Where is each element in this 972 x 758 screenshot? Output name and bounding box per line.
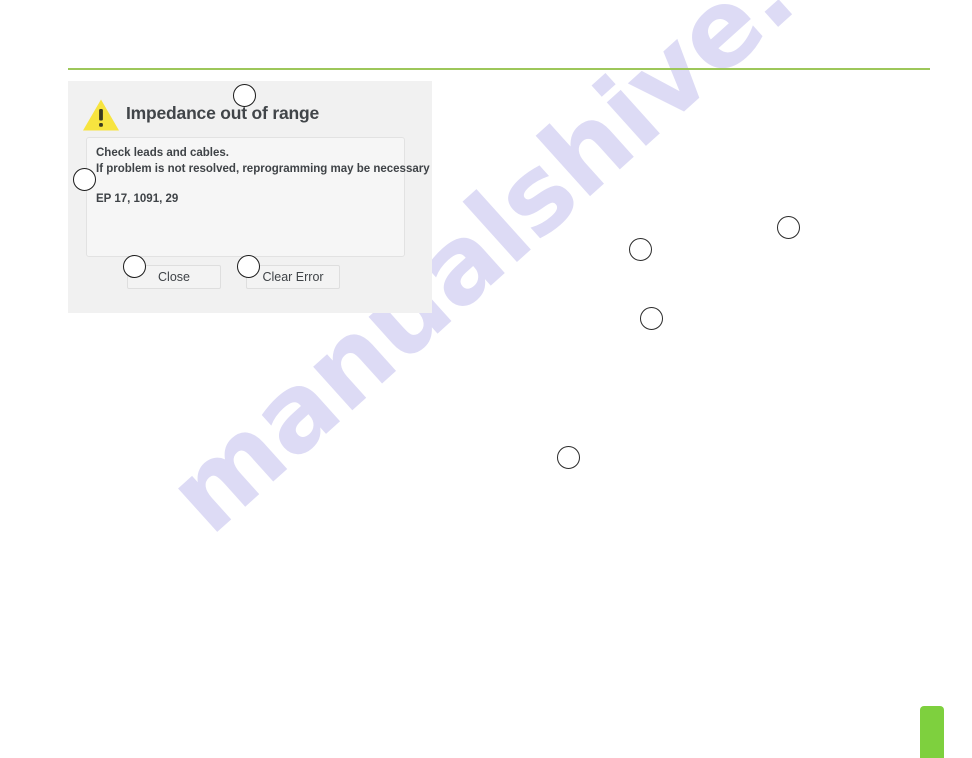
callout-right-upper [777, 216, 800, 239]
error-dialog: Impedance out of range Check leads and c… [68, 81, 432, 313]
warning-triangle-icon [83, 99, 119, 131]
callout-mid-lower [640, 307, 663, 330]
page-edge-tab [920, 706, 944, 758]
error-code: EP 17, 1091, 29 [96, 193, 179, 205]
clear-error-button[interactable]: Clear Error [246, 265, 340, 289]
message-line-1: Check leads and cables. [96, 147, 229, 159]
callout-body [73, 168, 96, 191]
dialog-title: Impedance out of range [126, 103, 319, 123]
callout-center [557, 446, 580, 469]
callout-close [123, 255, 146, 278]
callout-mid-upper [629, 238, 652, 261]
dialog-message-panel: Check leads and cables. If problem is no… [86, 137, 430, 257]
callout-clear-error [237, 255, 260, 278]
callout-title [233, 84, 256, 107]
message-line-2: If problem is not resolved, reprogrammin… [96, 162, 430, 175]
page-header-rule [68, 68, 930, 70]
